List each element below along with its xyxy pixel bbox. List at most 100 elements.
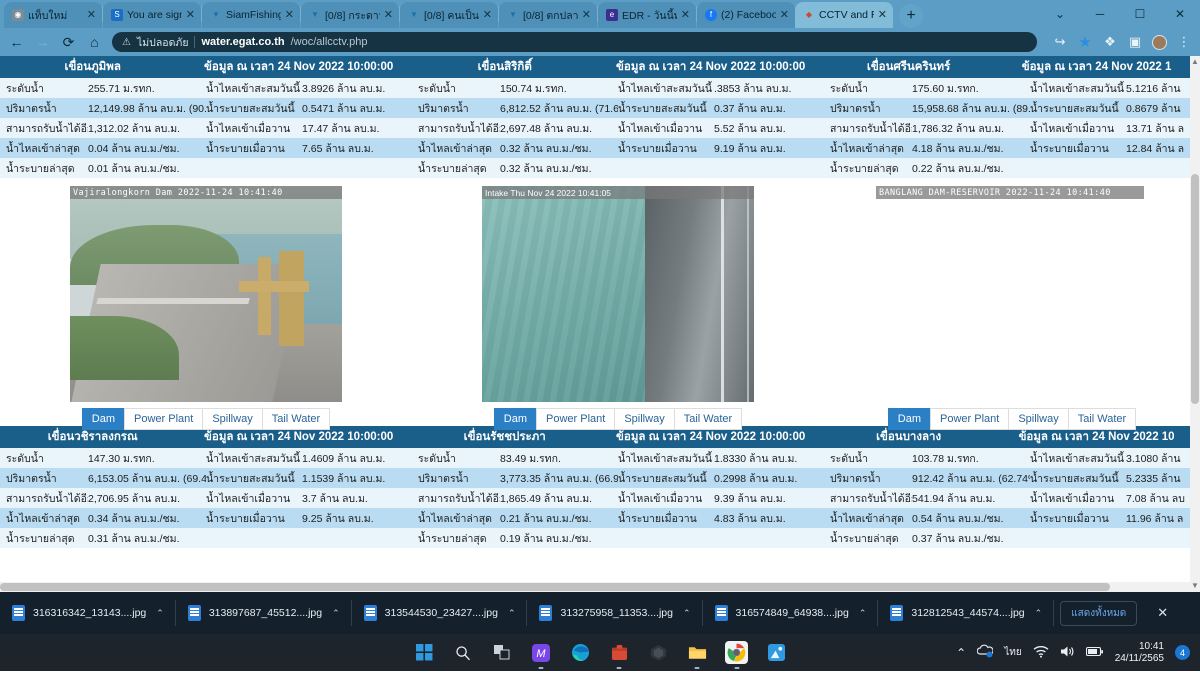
- row-value: 1,865.49 ล้าน ลบ.ม.: [500, 492, 593, 505]
- panel-header: เขื่อนภูมิพล ข้อมูล ณ เวลา 24 Nov 2022 1…: [0, 56, 412, 78]
- tab-close-icon[interactable]: ✕: [681, 9, 690, 21]
- download-item[interactable]: 313544530_23427....jpg ⌃: [352, 592, 528, 634]
- table-row: น้ำระบายล่าสุด 0.32 ล้าน ลบ.ม./ชม.: [412, 158, 824, 178]
- browser-tab-6[interactable]: e EDR - วันนี้ทำก ✕: [598, 2, 696, 28]
- tab-spillway[interactable]: Spillway: [202, 408, 262, 430]
- chevron-up-icon[interactable]: ⌃: [508, 608, 516, 619]
- tab-spillway[interactable]: Spillway: [1008, 408, 1068, 430]
- camera-feed-image[interactable]: Intake Thu Nov 24 2022 10:41:05: [482, 186, 754, 402]
- app-dark-icon[interactable]: [647, 642, 669, 664]
- share-icon[interactable]: ↪: [1052, 34, 1068, 50]
- start-windows-icon[interactable]: [413, 642, 435, 664]
- file-explorer-icon[interactable]: [686, 642, 708, 669]
- panel-header: เขื่อนสิริกิติ์ ข้อมูล ณ เวลา 24 Nov 202…: [412, 56, 824, 78]
- row-value: 3.1080 ล้าน: [1126, 452, 1181, 465]
- tab-power-plant[interactable]: Power Plant: [124, 408, 203, 430]
- new-tab-button[interactable]: +: [899, 4, 923, 28]
- tab-close-icon[interactable]: ✕: [483, 9, 492, 21]
- profile-avatar[interactable]: [1152, 34, 1167, 50]
- table-row: สามารถรับน้ำได้อีก 2,706.95 ล้าน ลบ.ม. น…: [0, 488, 412, 508]
- bookmark-star-icon[interactable]: ★: [1077, 34, 1093, 51]
- vertical-scrollbar[interactable]: ▲ ▼: [1190, 56, 1200, 592]
- camera-feed-image[interactable]: BANGLANG DAM-RESERVOIR 2022-11-24 10:41:…: [876, 186, 1148, 402]
- close-window-button[interactable]: ✕: [1160, 0, 1200, 28]
- search-icon[interactable]: [452, 642, 474, 664]
- browser-tab-7[interactable]: f (2) Facebook ✕: [697, 2, 795, 28]
- browser-tab-3[interactable]: ▼ [0/8] กระดานสน ✕: [301, 2, 399, 28]
- tab-close-icon[interactable]: ✕: [384, 9, 393, 21]
- tab-dam[interactable]: Dam: [81, 408, 125, 430]
- close-shelf-button[interactable]: ✕: [1147, 605, 1178, 621]
- chevron-up-icon[interactable]: ⌃: [156, 608, 164, 619]
- maximize-button[interactable]: ☐: [1120, 0, 1160, 28]
- tab-power-plant[interactable]: Power Plant: [930, 408, 1009, 430]
- tab-title: (2) Facebook: [721, 9, 776, 21]
- sidebar-icon[interactable]: ▣: [1127, 34, 1143, 50]
- tab-dam[interactable]: Dam: [887, 408, 931, 430]
- chrome-menu-icon[interactable]: ⋮: [1176, 34, 1192, 50]
- tab-close-icon[interactable]: ✕: [186, 9, 195, 21]
- browser-tab-8-active[interactable]: ◆ CCTV and Res ✕: [795, 2, 893, 28]
- address-bar[interactable]: ⚠ ไม่ปลอดภัย water.egat.co.th /woc/allcc…: [112, 32, 1037, 52]
- tab-close-icon[interactable]: ✕: [878, 9, 887, 21]
- microsoft-edge-icon[interactable]: [569, 642, 591, 664]
- bird-icon: ▼: [509, 10, 517, 19]
- tab-title: [0/8] ตกปลาคลอ: [523, 9, 578, 22]
- browser-tab-5[interactable]: ▼ [0/8] ตกปลาคลอ ✕: [499, 2, 597, 28]
- horizontal-scrollbar[interactable]: [0, 582, 1190, 592]
- forward-button[interactable]: →: [34, 34, 51, 51]
- chevron-up-icon[interactable]: ⌃: [683, 608, 691, 619]
- tab-power-plant[interactable]: Power Plant: [536, 408, 615, 430]
- panel: เขื่อนภูมิพล ข้อมูล ณ เวลา 24 Nov 2022 1…: [0, 56, 412, 178]
- photos-icon[interactable]: [765, 642, 787, 664]
- tab-dam[interactable]: Dam: [493, 408, 537, 430]
- download-item[interactable]: 312812543_44574....jpg ⌃: [878, 592, 1055, 634]
- home-button[interactable]: ⌂: [86, 34, 103, 51]
- scroll-up-arrow-icon[interactable]: ▲: [1190, 56, 1200, 68]
- extensions-puzzle-icon[interactable]: ❖: [1102, 34, 1118, 50]
- chevron-up-icon[interactable]: ⌃: [1035, 608, 1043, 619]
- app-purple-icon[interactable]: M: [530, 642, 552, 669]
- tab-spillway[interactable]: Spillway: [614, 408, 674, 430]
- row-label: ระดับน้ำ: [6, 452, 44, 465]
- camera-osd-text: Vajiralongkorn Dam 2022-11-24 10:41:40: [70, 186, 342, 199]
- row-value: .3853 ล้าน ลบ.ม.: [714, 82, 792, 95]
- minimize-button[interactable]: ─: [1080, 0, 1120, 28]
- row-value: 0.37 ล้าน ลบ.ม./ชม.: [912, 532, 1004, 545]
- tab-tail-water[interactable]: Tail Water: [261, 408, 331, 430]
- tab-close-icon[interactable]: ✕: [285, 9, 294, 21]
- browser-tab-4[interactable]: ▼ [0/8] คนเป็นท่า ✕: [400, 2, 498, 28]
- row-label: ปริมาตรน้ำ: [830, 102, 881, 115]
- show-all-downloads-button[interactable]: แสดงทั้งหมด: [1060, 600, 1138, 626]
- chevron-up-icon[interactable]: ⌃: [859, 608, 867, 619]
- download-item[interactable]: 316316342_13143....jpg ⌃: [0, 592, 176, 634]
- scroll-down-arrow-icon[interactable]: ▼: [1190, 580, 1200, 592]
- toolbar-actions: ↪ ★ ❖ ▣ ⋮: [1046, 34, 1192, 51]
- google-chrome-icon[interactable]: [725, 641, 748, 669]
- task-view-icon[interactable]: [491, 642, 513, 664]
- tab-close-icon[interactable]: ✕: [780, 9, 789, 21]
- tab-tail-water[interactable]: Tail Water: [673, 408, 743, 430]
- download-item[interactable]: 316574849_64938....jpg ⌃: [703, 592, 879, 634]
- microsoft-store-icon[interactable]: [608, 642, 630, 669]
- row-value: 1,786.32 ล้าน ลบ.ม.: [912, 122, 1005, 135]
- tab-tail-water[interactable]: Tail Water: [1067, 408, 1137, 430]
- row-value: 3.8926 ล้าน ลบ.ม.: [302, 82, 386, 95]
- back-button[interactable]: ←: [8, 34, 25, 51]
- chevron-up-icon[interactable]: ⌃: [332, 608, 340, 619]
- browser-tab-1[interactable]: S You are signed ✕: [103, 2, 201, 28]
- tab-close-icon[interactable]: ✕: [582, 9, 591, 21]
- tab-search-chevron-down-icon[interactable]: ⌄: [1040, 0, 1080, 28]
- tab-close-icon[interactable]: ✕: [87, 9, 96, 21]
- download-item[interactable]: 313275958_11353....jpg ⌃: [527, 592, 703, 634]
- browser-tab-0[interactable]: ◉ แท็บใหม่ ✕: [4, 2, 102, 28]
- horizontal-scrollbar-thumb[interactable]: [0, 583, 1110, 591]
- table-row: ปริมาตรน้ำ 3,773.35 ล้าน ลบ.ม. (66.92%) …: [412, 468, 824, 488]
- download-item[interactable]: 313897687_45512....jpg ⌃: [176, 592, 352, 634]
- row-label: ปริมาตรน้ำ: [418, 102, 469, 115]
- panel: เขื่อนศรีนครินทร์ ข้อมูล ณ เวลา 24 Nov 2…: [824, 56, 1200, 178]
- browser-tab-2[interactable]: ▼ SiamFishing : ✕: [202, 2, 300, 28]
- reload-button[interactable]: ⟳: [60, 34, 77, 51]
- vertical-scrollbar-thumb[interactable]: [1191, 174, 1199, 404]
- camera-feed-image[interactable]: Vajiralongkorn Dam 2022-11-24 10:41:40: [70, 186, 342, 402]
